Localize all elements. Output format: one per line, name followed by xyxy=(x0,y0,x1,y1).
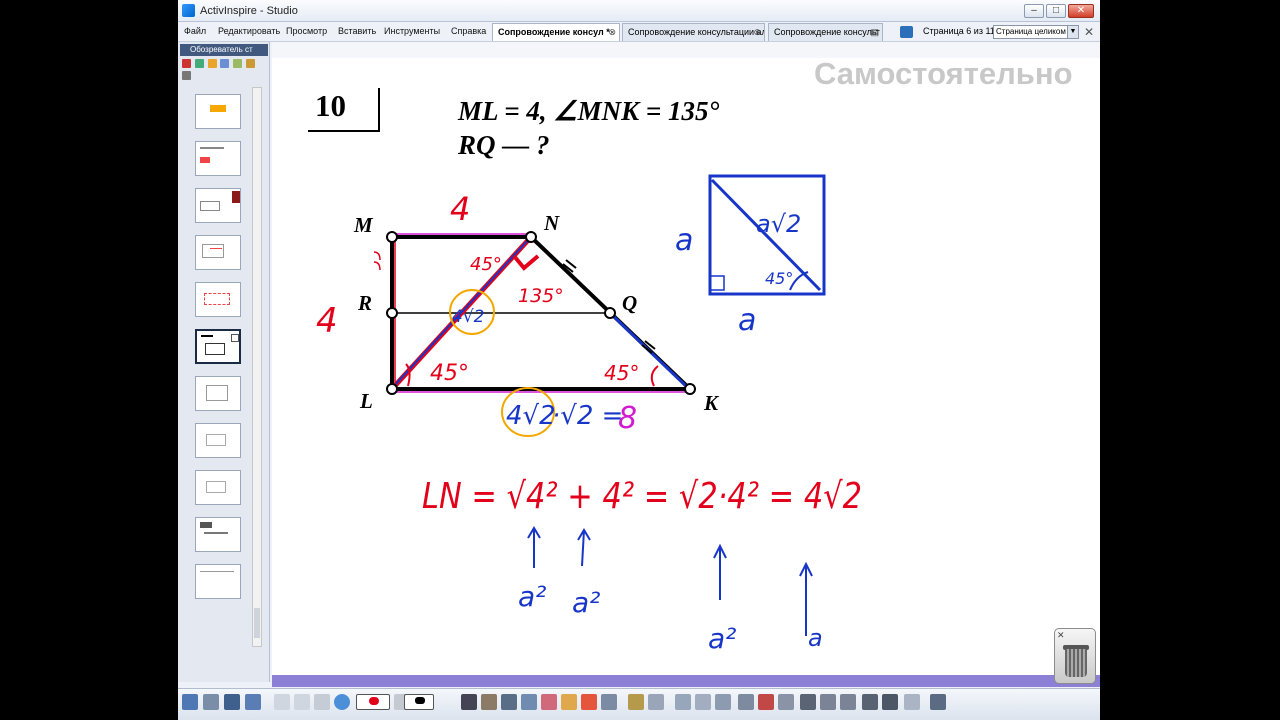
dice-icon[interactable] xyxy=(758,694,774,710)
pi-icon[interactable] xyxy=(882,694,898,710)
protractor-icon[interactable] xyxy=(695,694,711,710)
right-angle-mark xyxy=(512,254,540,271)
redo-icon[interactable] xyxy=(840,694,856,710)
vertex-label-k: K xyxy=(703,391,720,415)
explanation-arrows xyxy=(527,526,813,636)
prev-page-icon[interactable] xyxy=(274,694,290,710)
pen-icon[interactable] xyxy=(501,694,517,710)
vertex-label-n: N xyxy=(543,211,560,235)
note-angle-k: 45° xyxy=(604,361,639,385)
text-icon[interactable] xyxy=(800,694,816,710)
connector-icon[interactable] xyxy=(648,694,664,710)
main-menu-icon[interactable] xyxy=(182,694,198,710)
lk-expression-part2: ·√2 = xyxy=(552,401,623,431)
vertex-label-r: R xyxy=(357,291,372,315)
web-browser-icon[interactable] xyxy=(334,694,350,710)
lk-expression-part1: 4√2 xyxy=(506,401,556,431)
note-angle-l: 45° xyxy=(430,361,469,386)
browser-toggle-icon[interactable] xyxy=(203,694,219,710)
desktop-icon[interactable] xyxy=(224,694,240,710)
clear-icon[interactable] xyxy=(628,694,644,710)
trash-icon[interactable]: ✕ xyxy=(1054,628,1096,684)
arrow-label: a² xyxy=(518,580,546,613)
insert-text-icon[interactable] xyxy=(862,694,878,710)
arrow-label: a² xyxy=(708,622,736,655)
square-diagonal: a√2 xyxy=(756,210,801,238)
fill-icon[interactable] xyxy=(561,694,577,710)
tools-icon[interactable] xyxy=(481,694,497,710)
note-angle-n-left: 45° xyxy=(470,254,502,275)
pen-color-icon[interactable] xyxy=(356,694,390,710)
customize-icon[interactable] xyxy=(930,694,946,710)
square-angle: 45° xyxy=(765,269,793,288)
eraser-icon[interactable] xyxy=(541,694,557,710)
keyboard-icon[interactable] xyxy=(904,694,920,710)
main-toolbar xyxy=(178,688,1100,720)
angle-arc xyxy=(373,251,381,271)
vertex-label-q: Q xyxy=(622,291,637,315)
arrow-label: a xyxy=(808,624,823,652)
activinspire-window: ActivInspire - Studio – □ ✕ Файл Редакти… xyxy=(178,0,1100,720)
formula-ln: LN = √4² + 4² = √2·4² = 4√2 xyxy=(422,476,862,517)
compass-icon[interactable] xyxy=(715,694,731,710)
calculator-icon[interactable] xyxy=(738,694,754,710)
undo-icon[interactable] xyxy=(820,694,836,710)
new-page-icon[interactable] xyxy=(314,694,330,710)
highlighter-color-icon[interactable] xyxy=(404,694,434,710)
square-side-bottom: a xyxy=(738,303,756,338)
ruler-icon[interactable] xyxy=(675,694,691,710)
square-side-left: a xyxy=(675,223,693,258)
note-diagonal: 4√2 xyxy=(452,307,484,327)
select-icon[interactable] xyxy=(461,694,477,710)
arrow-label: a² xyxy=(572,586,600,619)
next-page-icon[interactable] xyxy=(294,694,310,710)
spotlight-icon[interactable] xyxy=(778,694,794,710)
note-ml-length: 4 xyxy=(316,301,338,341)
vertex-label-m: M xyxy=(353,213,374,237)
lk-result: 8 xyxy=(618,401,637,436)
highlighter-icon[interactable] xyxy=(521,694,537,710)
dual-user-icon[interactable] xyxy=(245,694,261,710)
magic-ink-icon[interactable] xyxy=(601,694,617,710)
close-icon[interactable]: ✕ xyxy=(1057,630,1065,641)
note-mn-length: 4 xyxy=(450,190,470,228)
geometry-drawing: M N R Q L K 4 4 45° 135° 45° 45° 4√2 4√2… xyxy=(316,174,862,655)
angle-arc xyxy=(650,365,659,387)
note-angle-n: 135° xyxy=(518,285,564,307)
trash-bin xyxy=(1065,649,1087,677)
vertex-label-l: L xyxy=(359,389,373,413)
shape-icon[interactable] xyxy=(581,694,597,710)
